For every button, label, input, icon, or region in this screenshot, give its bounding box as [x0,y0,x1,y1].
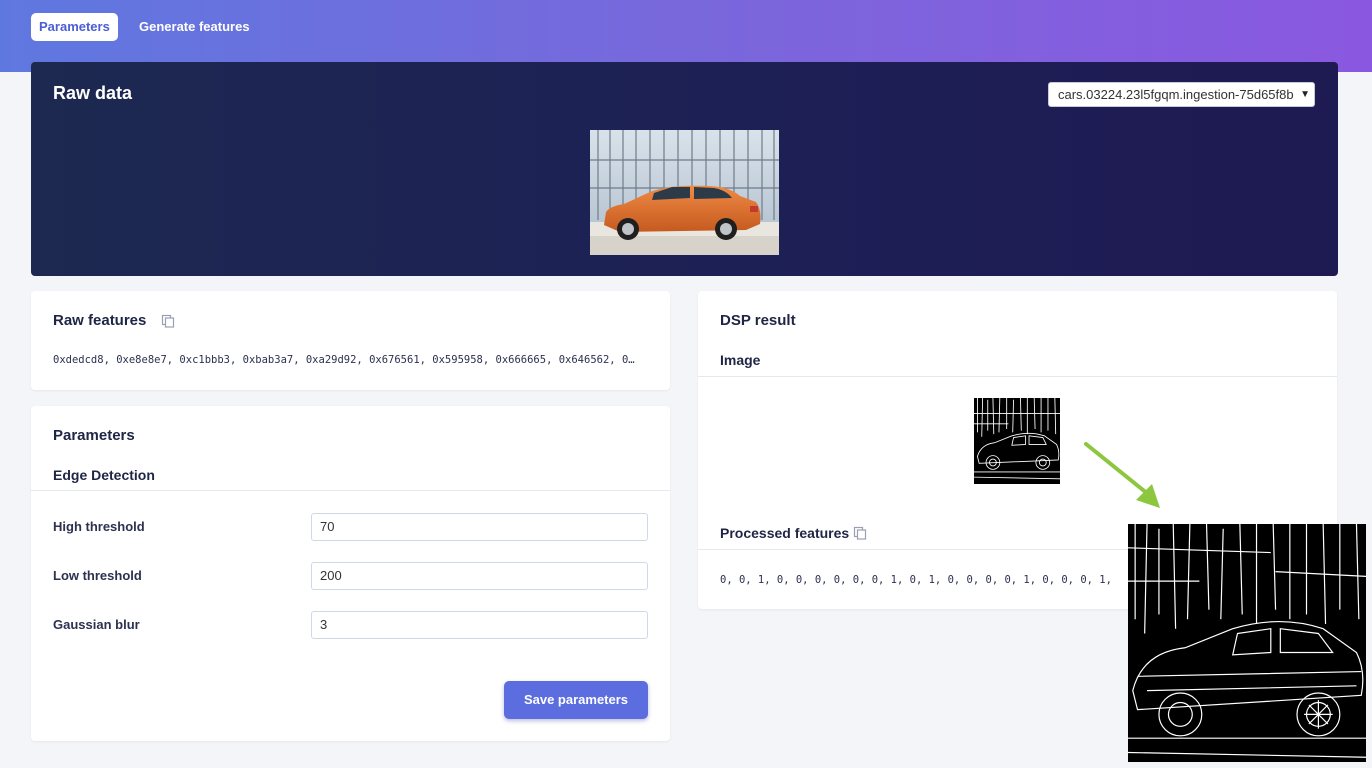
processed-features-values: 0, 0, 1, 0, 0, 0, 0, 0, 0, 1, 0, 1, 0, 0… [720,574,1112,586]
image-heading: Image [720,352,761,368]
low-threshold-label: Low threshold [53,568,142,583]
raw-data-panel: Raw data cars.03224.23l5fgqm.ingestion-7… [31,62,1338,276]
tab-generate-features[interactable]: Generate features [131,13,258,41]
raw-features-values: 0xdedcd8, 0xe8e8e7, 0xc1bbb3, 0xbab3a7, … [53,354,635,366]
chevron-down-icon: ▼ [1300,89,1310,100]
tab-parameters[interactable]: Parameters [31,13,118,41]
high-threshold-input[interactable]: 70 [311,513,648,541]
save-parameters-button[interactable]: Save parameters [504,681,648,719]
low-threshold-input[interactable]: 200 [311,562,648,590]
copy-icon[interactable] [161,314,175,328]
zoomed-edge-image [1127,523,1367,762]
divider [31,490,670,491]
dsp-edge-image [973,397,1061,484]
high-threshold-label: High threshold [53,519,145,534]
edge-detection-heading: Edge Detection [53,467,155,483]
raw-features-title: Raw features [53,312,147,329]
copy-icon[interactable] [853,526,867,540]
parameters-title: Parameters [53,427,135,444]
sample-select-value: cars.03224.23l5fgqm.ingestion-75d65f8b [1058,87,1294,102]
raw-features-card: Raw features 0xdedcd8, 0xe8e8e7, 0xc1bbb… [31,291,670,390]
parameters-card: Parameters Edge Detection High threshold… [31,406,670,741]
processed-features-title: Processed features [720,525,850,541]
arrow-icon [1084,442,1160,508]
gaussian-blur-input[interactable]: 3 [311,611,648,639]
gaussian-blur-label: Gaussian blur [53,617,140,632]
divider [698,376,1337,377]
raw-data-title: Raw data [53,83,133,103]
car-sample-image [590,130,779,255]
dsp-result-title: DSP result [720,312,796,329]
sample-select[interactable]: cars.03224.23l5fgqm.ingestion-75d65f8b ▼ [1048,82,1315,107]
